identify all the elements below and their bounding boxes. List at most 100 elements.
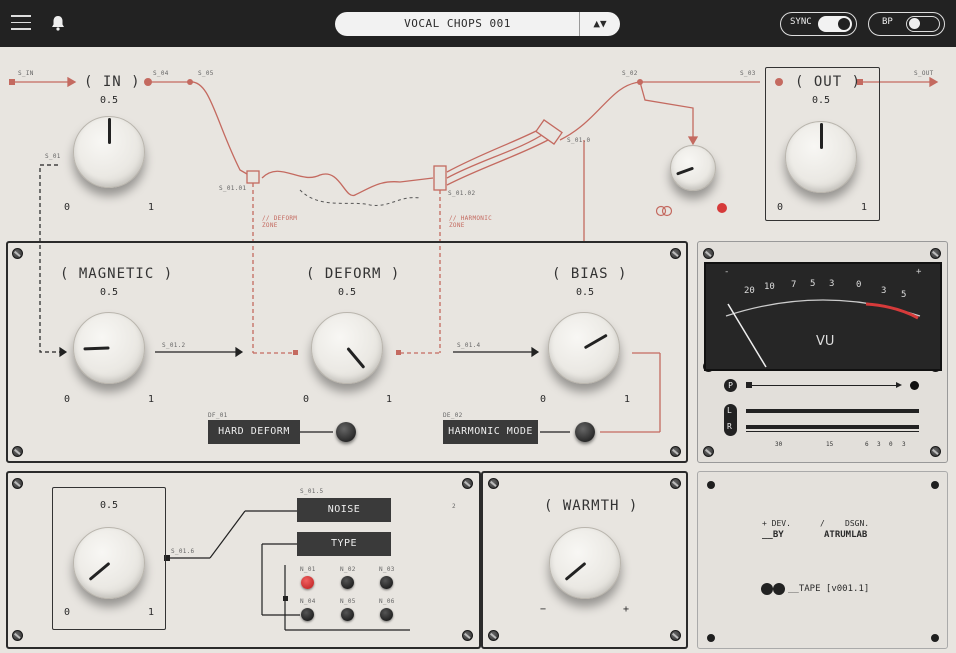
vu-scale-20: 20 xyxy=(744,286,755,296)
vu-scale-3: 3 xyxy=(829,279,835,289)
bias-label: ( BIAS ) xyxy=(552,266,628,282)
credit-slash: / xyxy=(820,519,825,528)
screw-icon xyxy=(488,630,499,641)
noise-max: 1 xyxy=(148,607,155,618)
hard-deform-toggle[interactable] xyxy=(336,422,356,442)
level-scale xyxy=(746,431,919,435)
deform-zone-label: // DEFORM ZONE xyxy=(262,215,298,229)
noise-button[interactable]: NOISE xyxy=(297,498,391,522)
bias-code: DE_02 xyxy=(443,412,463,419)
s-01-5-label: S_01.5 xyxy=(300,488,324,495)
bias-min: 0 xyxy=(540,394,547,405)
tape-version: __TAPE [v001.1] xyxy=(788,584,870,594)
harmonic-mode-button[interactable]: HARMONIC MODE xyxy=(443,420,538,444)
screw-icon xyxy=(12,630,23,641)
type-n02-button[interactable] xyxy=(341,576,354,589)
playback-arrow-icon xyxy=(896,382,902,388)
screw-icon xyxy=(670,630,681,641)
out-min: 0 xyxy=(777,202,784,213)
hamburger-menu-icon[interactable] xyxy=(11,15,31,31)
vu-scale-p5: 5 xyxy=(901,290,907,300)
playback-slider[interactable] xyxy=(746,385,900,386)
bp-switch[interactable] xyxy=(906,16,940,32)
preset-selector[interactable]: VOCAL CHOPS 001 ▲▼ xyxy=(335,12,620,36)
s-01-01-label: S_01.01 xyxy=(219,185,247,192)
type-n03-label: N_03 xyxy=(379,566,395,573)
sync-switch[interactable] xyxy=(818,16,852,32)
type-n05-label: N_05 xyxy=(340,598,356,605)
panel-number: 2 xyxy=(452,503,456,510)
type-n04-button[interactable] xyxy=(301,608,314,621)
in-label: ( IN ) xyxy=(84,74,141,90)
sync-toggle[interactable]: SYNC xyxy=(780,12,857,36)
out-label: ( OUT ) xyxy=(795,74,862,90)
s-01-6-label: S_01.6 xyxy=(171,548,195,555)
type-n06-label: N_06 xyxy=(379,598,395,605)
harmonic-mode-toggle[interactable] xyxy=(575,422,595,442)
bias-knob[interactable] xyxy=(544,308,624,388)
noise-knob[interactable] xyxy=(69,523,149,603)
tick-30: 30 xyxy=(775,441,783,448)
in-value: 0.5 xyxy=(100,95,119,106)
rivet-icon xyxy=(931,634,939,642)
credit-dev: + DEV. xyxy=(762,519,791,528)
out-knob[interactable] xyxy=(781,117,861,197)
preset-arrows-icon[interactable]: ▲▼ xyxy=(583,12,617,36)
deform-label: ( DEFORM ) xyxy=(306,266,401,282)
s-03-label: S_03 xyxy=(740,70,756,77)
screw-icon xyxy=(703,248,714,259)
deform-value: 0.5 xyxy=(338,287,357,298)
type-n06-button[interactable] xyxy=(380,608,393,621)
deform-code: DF_01 xyxy=(208,412,228,419)
deform-knob[interactable] xyxy=(307,308,387,388)
type-n01-label: N_01 xyxy=(300,566,316,573)
credit-dsgn: DSGN. xyxy=(845,519,870,528)
s-04-label: S_04 xyxy=(153,70,169,77)
vu-scale-5: 5 xyxy=(810,279,816,289)
type-n04-label: N_04 xyxy=(300,598,316,605)
bias-value: 0.5 xyxy=(576,287,595,298)
rivet-icon xyxy=(707,481,715,489)
s-01-02-label: S_01.02 xyxy=(448,190,476,197)
vu-scale-0: 0 xyxy=(856,280,862,290)
deform-min: 0 xyxy=(303,394,310,405)
vu-minus-label: - xyxy=(724,267,730,277)
type-button[interactable]: TYPE xyxy=(297,532,391,556)
credits-panel xyxy=(697,471,948,649)
in-knob[interactable] xyxy=(69,112,149,192)
vu-plus-label: + xyxy=(916,267,922,277)
type-n03-button[interactable] xyxy=(380,576,393,589)
in-max: 1 xyxy=(148,202,155,213)
playback-dot-icon[interactable] xyxy=(910,381,919,390)
s-01-2-label: S_01.2 xyxy=(162,342,186,349)
hard-deform-button[interactable]: HARD DEFORM xyxy=(208,420,300,444)
type-n01-button[interactable] xyxy=(301,576,314,589)
vu-label: VU xyxy=(816,334,835,349)
tick-0: 0 xyxy=(889,441,893,448)
bias-max: 1 xyxy=(624,394,631,405)
screw-icon xyxy=(930,446,941,457)
magnetic-knob[interactable] xyxy=(69,308,149,388)
in-min: 0 xyxy=(64,202,71,213)
mix-knob[interactable] xyxy=(666,141,720,195)
type-n05-button[interactable] xyxy=(341,608,354,621)
top-bar: VOCAL CHOPS 001 ▲▼ SYNC BP xyxy=(0,0,956,47)
deform-max: 1 xyxy=(386,394,393,405)
level-bar-left xyxy=(746,409,919,413)
warmth-minus: − xyxy=(540,604,547,615)
s-01-0-label: S_01.0 xyxy=(567,137,591,144)
mix-led-icon xyxy=(717,203,727,213)
level-bar-right xyxy=(746,425,919,429)
playback-start-icon xyxy=(746,382,752,388)
tick-3: 3 xyxy=(877,441,881,448)
bp-toggle[interactable]: BP xyxy=(868,12,945,36)
screw-icon xyxy=(670,446,681,457)
bell-icon[interactable] xyxy=(51,15,65,34)
link-icon[interactable] xyxy=(655,202,673,217)
noise-min: 0 xyxy=(64,607,71,618)
screw-icon xyxy=(703,446,714,457)
harmonic-zone-label: // HARMONIC ZONE xyxy=(449,215,493,229)
type-n02-label: N_02 xyxy=(340,566,356,573)
l-label: L xyxy=(727,406,732,415)
warmth-knob[interactable] xyxy=(545,523,625,603)
